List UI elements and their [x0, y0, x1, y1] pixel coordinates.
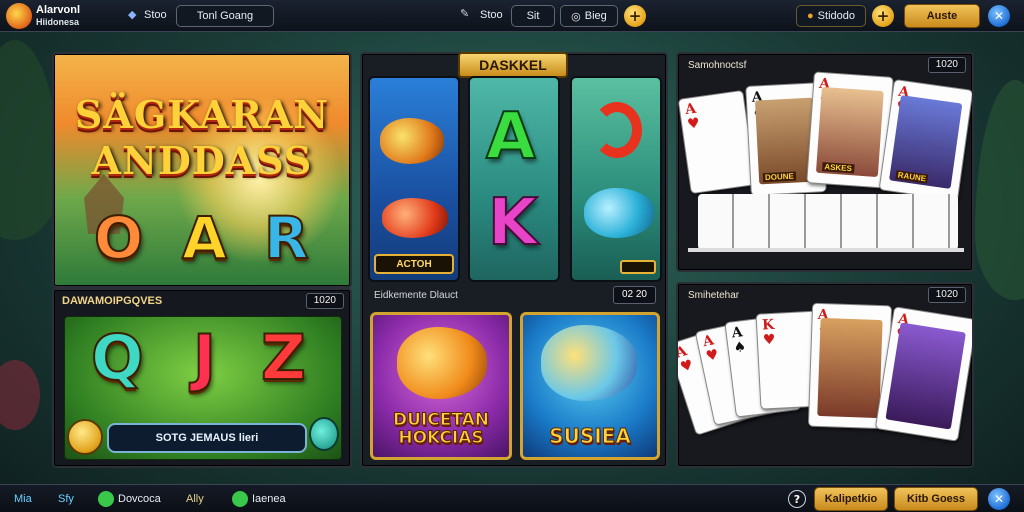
card-table-edge [688, 248, 964, 252]
hero-letter-a: A [181, 203, 228, 273]
bottom-item-iaenea[interactable]: Iaenea [252, 493, 286, 505]
letter-game-status[interactable]: SOTG JEMAUS lieri [107, 423, 307, 453]
brand-line1: Alarvonl [36, 4, 81, 16]
balance-gem-icon: ◆ [128, 9, 137, 21]
playing-card-4: A♥ RAUNE [878, 78, 972, 202]
card-fan-row [698, 194, 958, 250]
section-subheader: Eidkemente Dlauct [374, 290, 458, 301]
kalipetkio-button[interactable]: Kalipetkio [814, 487, 888, 511]
bottom-bar: Mia Sfy Dovcoca Ally Iaenea ? Kalipetkio… [0, 484, 1024, 512]
reel-3-badge [620, 260, 656, 274]
bottom-item-sfy[interactable]: Sfy [58, 493, 74, 505]
brand-line2: Hiidonesa [36, 17, 80, 27]
dovcoca-icon [98, 491, 114, 507]
card-game-panel-1[interactable]: Samohnoctsf 1020 A♥ A♠ DOUNE A♦ ASKES A♥… [676, 52, 974, 272]
card-game-1-header: Samohnoctsf [688, 60, 747, 71]
wave-symbol-icon [592, 102, 642, 158]
iaenea-icon [232, 491, 248, 507]
search-input[interactable]: Tonl Goang [176, 5, 274, 27]
kitb-goess-button[interactable]: Kitb Goess [894, 487, 978, 511]
pen-icon[interactable]: ✎ [460, 7, 469, 20]
bottom-item-dovcoca[interactable]: Dovcoca [118, 493, 161, 505]
bg-foliage-right [975, 80, 1024, 300]
coin-icon [67, 419, 103, 455]
bg-foliage-left [0, 40, 60, 240]
game-tile-susiea[interactable]: SUSIEA [520, 312, 660, 460]
fish-icon-3 [584, 188, 654, 238]
bottom-item-ally[interactable]: Ally [186, 493, 204, 505]
letter-game-board: Q J Z SOTG JEMAUS lieri [64, 316, 342, 460]
card-face-portrait-4 [817, 317, 883, 419]
bg-flower-left [0, 360, 40, 430]
card-face-portrait-5 [885, 322, 966, 430]
bieg-button[interactable]: ◎ Bieg [560, 5, 618, 27]
hero-title-line1: SÄGKARAN [74, 92, 330, 137]
hero-letter-o: O [93, 203, 144, 273]
account-label: Stidodo [817, 10, 855, 22]
mascot-icon [309, 417, 339, 451]
board-letter-z: Z [260, 320, 307, 395]
tile-title-susiea: SUSIEA [549, 424, 632, 448]
section-tag: 02 20 [612, 286, 656, 304]
fish-icon-2 [382, 198, 448, 238]
board-letter-j: J [192, 320, 217, 395]
board-letter-q: Q [90, 320, 145, 395]
card-game-2-header: Smihetehar [688, 290, 740, 301]
hero-title-line2: ANDDASS [91, 138, 313, 183]
brand-name: Alarvonl Hiidonesa [36, 4, 80, 28]
letter-game-panel[interactable]: DAWAMOIPGQVES 1020 Q J Z SOTG JEMAUS lie… [52, 288, 352, 468]
add-funds-button[interactable]: + [624, 5, 646, 27]
reel-1[interactable]: ACTOH [368, 76, 460, 282]
reel-3[interactable] [570, 76, 662, 282]
reel-2[interactable]: A K [468, 76, 560, 282]
face-caption-1: DOUNE [762, 171, 797, 183]
help-icon[interactable]: ? [788, 490, 806, 508]
card-game-1-tag: 1020 [927, 57, 966, 73]
account-pill[interactable]: ● Stidodo [796, 5, 866, 27]
reel-letter-a: A [485, 99, 537, 175]
sit-button[interactable]: Sit [511, 5, 555, 27]
add-button-2[interactable]: + [872, 5, 894, 27]
auste-button[interactable]: Auste [904, 4, 980, 28]
card-game-panel-2[interactable]: Smihetehar 1020 A♥ A♥ A♠ K♥ A♦ A♥ [676, 282, 974, 468]
goldfish-icon [397, 327, 487, 399]
balance-label: Stoo [144, 9, 167, 21]
bieg-label: Bieg [584, 10, 607, 22]
card-game-2-tag: 1020 [927, 287, 966, 303]
featured-game-banner[interactable]: SÄGKARAN ANDDASS O A R [52, 52, 352, 288]
hero-letter-r: R [263, 203, 310, 273]
game-tile-duicetan[interactable]: DUICETAN HOKCIAS [370, 312, 512, 460]
letter-game-tag: 1020 [305, 293, 344, 309]
reel-letter-k: K [487, 185, 539, 261]
slot-game-panel: DASKKEL ACTOH A K Eidkemente Dlauct 02 2… [360, 52, 668, 468]
close-icon[interactable]: ✕ [988, 5, 1010, 27]
brand-logo-icon[interactable] [6, 3, 32, 29]
slot-game-header: DASKKEL [458, 52, 568, 78]
fish-icon-1 [380, 118, 444, 164]
account-icon: ● [807, 10, 814, 22]
bottom-item-mia[interactable]: Mia [14, 493, 32, 505]
record-icon: ◎ [571, 10, 581, 23]
reel-action-label[interactable]: ACTOH [374, 254, 454, 274]
playing-card-1: A ♥ [678, 89, 757, 195]
bottom-close-icon[interactable]: ✕ [988, 488, 1010, 510]
stoo-link[interactable]: Stoo [480, 9, 503, 21]
piranha-icon [541, 325, 637, 401]
top-bar: Alarvonl Hiidonesa ◆ Stoo Tonl Goang ✎ S… [0, 0, 1024, 32]
tile-title-duicetan: DUICETAN HOKCIAS [393, 410, 490, 448]
